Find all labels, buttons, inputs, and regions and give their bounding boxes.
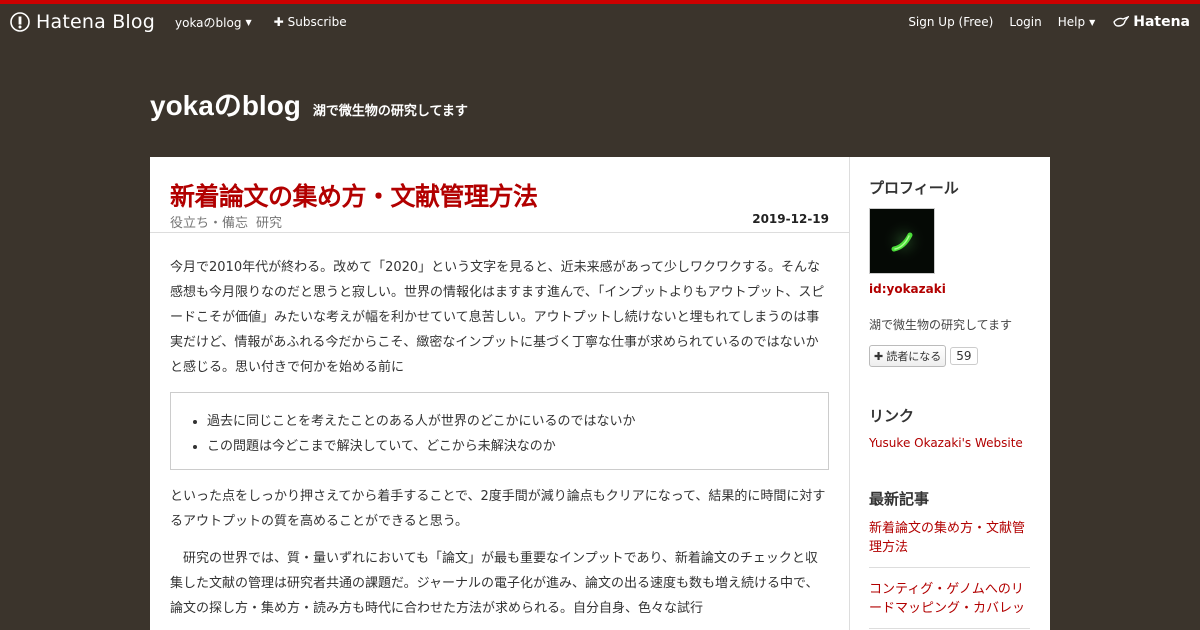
recent-entries-module: 最新記事 新着論文の集め方・文献管理方法 コンティグ・ゲノムへのリードマッピング… (869, 488, 1030, 629)
paragraph: 研究の世界では、質・量いずれにおいても「論文」が最も重要なインプットであり、新着… (170, 551, 819, 616)
profile-title: プロフィール (869, 179, 959, 197)
category-link[interactable]: 役立ち・備忘 (170, 212, 248, 231)
category-link[interactable]: 研究 (256, 212, 282, 231)
subscribe-label: Subscribe (287, 15, 347, 29)
blog-menu-label: yokaのblog (175, 15, 242, 30)
list-item: 過去に同じことを考えたことのある人が世界のどこかにいるのではないか (207, 409, 808, 434)
entry-title[interactable]: 新着論文の集め方・文献管理方法 (170, 177, 829, 213)
blog-description: 湖で微生物の研究してます (312, 104, 468, 119)
hatena-blog-icon (10, 12, 30, 32)
links-title: リンク (869, 407, 915, 425)
hatena-label: Hatena (1133, 14, 1190, 30)
hatena-bird-icon (1113, 16, 1130, 27)
entry-content: 今月で2010年代が終わる。改めて「2020」という文字を見ると、近未来感があっ… (150, 233, 849, 621)
profile-module: プロフィール id:yokazaki 湖で微生物の研究してます ✚ 読者になる … (869, 177, 1030, 367)
help-label: Help (1057, 15, 1086, 29)
external-website-link[interactable]: Yusuke Okazaki's Website (869, 436, 1030, 450)
subscribe-button-label: 読者になる (886, 350, 942, 363)
subscribe-link[interactable]: ✚ Subscribe (274, 15, 347, 29)
hatena-blog-logo[interactable]: Hatena Blog (10, 11, 155, 33)
list-item: この問題は今どこまで解決していて、どこから未解決なのか (207, 434, 808, 459)
entry-categories: 役立ち・備忘 研究 (170, 212, 282, 231)
subscribe-button[interactable]: ✚ 読者になる (869, 345, 947, 367)
paragraph: 今月で2010年代が終わる。改めて「2020」という文字を見ると、近未来感があっ… (170, 260, 825, 375)
blog-title[interactable]: yokaのblog (150, 84, 301, 124)
caret-down-icon: ▼ (245, 17, 252, 27)
recent-entries-title: 最新記事 (869, 490, 930, 508)
sidebar: プロフィール id:yokazaki 湖で微生物の研究してます ✚ 読者になる … (850, 157, 1050, 630)
paragraph: といった点をしっかり押さえてから着手することで、2度手間が減り論点もクリアになっ… (170, 489, 826, 529)
links-module: リンク Yusuke Okazaki's Website (869, 405, 1030, 450)
entry-date[interactable]: 2019-12-19 (752, 212, 829, 226)
profile-id-link[interactable]: id:yokazaki (869, 282, 1030, 296)
profile-description: 湖で微生物の研究してます (869, 318, 1013, 332)
login-link[interactable]: Login (1009, 15, 1041, 29)
avatar-image (870, 209, 934, 273)
main-column: 新着論文の集め方・文献管理方法 役立ち・備忘 研究 2019-12-19 今月で… (150, 157, 850, 630)
subscriber-count[interactable]: 59 (950, 347, 978, 365)
recent-entry-link[interactable]: 新着論文の集め方・文献管理方法 (869, 519, 1030, 568)
plus-icon: ✚ (874, 349, 884, 363)
help-dropdown[interactable]: Help ▼ (1058, 15, 1096, 29)
subscribe-row: ✚ 読者になる 59 (869, 345, 1030, 367)
plus-icon: ✚ (273, 15, 284, 29)
brand-name: Hatena Blog (36, 11, 155, 33)
avatar[interactable] (869, 208, 935, 274)
blog-header: yokaのblog 湖で微生物の研究してます (150, 84, 468, 124)
caret-down-icon: ▼ (1089, 17, 1096, 27)
content-container: 新着論文の集め方・文献管理方法 役立ち・備忘 研究 2019-12-19 今月で… (150, 157, 1050, 630)
bordered-list-box: 過去に同じことを考えたことのある人が世界のどこかにいるのではないか この問題は今… (170, 392, 829, 470)
entry-header: 新着論文の集め方・文献管理方法 役立ち・備忘 研究 2019-12-19 (150, 157, 849, 233)
recent-entry-link[interactable]: コンティグ・ゲノムへのリードマッピング・カバレッ (869, 580, 1030, 629)
blog-menu-dropdown[interactable]: yokaのblog ▼ (175, 14, 252, 31)
hatena-navbar: Hatena Blog yokaのblog ▼ ✚ Subscribe Sign… (0, 4, 1200, 40)
hatena-logo[interactable]: Hatena (1113, 14, 1190, 30)
signup-link[interactable]: Sign Up (Free) (908, 15, 993, 29)
